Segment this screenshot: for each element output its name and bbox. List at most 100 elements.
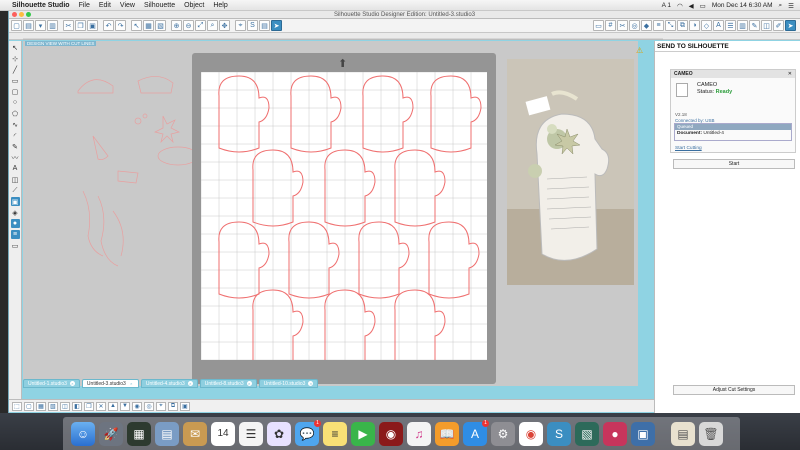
text-tool-icon[interactable]: A — [11, 164, 20, 173]
start-cutting-link[interactable]: Start Cutting — [675, 146, 702, 151]
photo-app-icon[interactable]: ▧ — [575, 421, 599, 446]
adjust-cut-settings-button[interactable]: Adjust Cut Settings — [673, 385, 795, 395]
cut-icon[interactable]: ✂ — [63, 20, 74, 31]
notes-icon[interactable]: ≡ — [323, 421, 347, 446]
menu-object[interactable]: Object — [184, 2, 204, 9]
trace-bottom-icon[interactable]: ⌖ — [156, 401, 166, 411]
ibooks-icon[interactable]: 📖 — [435, 421, 459, 446]
device-menu-icon[interactable]: ✕ — [788, 71, 795, 77]
save-icon[interactable]: ▾ — [35, 20, 46, 31]
messages-icon[interactable]: 💬 1 — [295, 419, 321, 446]
input-source-indicator[interactable]: A 1 — [662, 2, 671, 9]
release-compound-icon[interactable]: ◧ — [72, 401, 82, 411]
align-icon[interactable]: ☰ — [725, 20, 736, 31]
cut-settings-icon[interactable]: ✂ — [617, 20, 628, 31]
send-backward-icon[interactable]: ▼ — [120, 401, 130, 411]
reminders-icon[interactable]: ☰ — [239, 421, 263, 446]
open-icon[interactable]: ▤ — [23, 20, 34, 31]
menu-silhouette[interactable]: Silhouette — [144, 2, 175, 9]
tab-untitled-1[interactable]: Untitled-1.studio3 × — [23, 379, 80, 388]
group-icon[interactable]: ▦ — [143, 20, 154, 31]
ellipse-tool-icon[interactable]: ○ — [11, 98, 20, 107]
line-tool-icon[interactable]: ╱ — [11, 65, 20, 74]
tab-untitled-8[interactable]: Untitled-8.studio3 × — [199, 379, 257, 388]
delete-icon[interactable]: ✕ — [96, 401, 106, 411]
arc-tool-icon[interactable]: ◜ — [11, 131, 20, 140]
edit-points-icon[interactable]: ⊹ — [11, 54, 20, 63]
deselect-icon[interactable]: ▢ — [24, 401, 34, 411]
close-tab-icon[interactable]: × — [69, 381, 75, 386]
battery-icon[interactable]: ▭ — [700, 2, 706, 10]
canvas-area[interactable]: DESIGN VIEW WITH CUT LINES ⬆ ⚠ — [23, 41, 659, 386]
app-store-icon[interactable]: A1 — [463, 419, 489, 446]
ungroup-icon[interactable]: ▧ — [155, 20, 166, 31]
tab-untitled-3[interactable]: Untitled-3.studio3 × — [81, 379, 139, 388]
weld-icon[interactable]: ◉ — [132, 401, 142, 411]
game-icon[interactable]: ● — [603, 421, 627, 446]
register-icon[interactable]: ⌖ — [235, 20, 246, 31]
modify-icon[interactable]: ◑ — [689, 20, 700, 31]
minimize-window-button[interactable] — [19, 12, 24, 17]
page-setup-icon[interactable]: ▭ — [593, 20, 604, 31]
menu-edit[interactable]: Edit — [99, 2, 111, 9]
mail-icon[interactable]: ✉ — [183, 421, 207, 446]
image-icon[interactable]: ▣ — [180, 401, 190, 411]
make-compound-icon[interactable]: ◫ — [60, 401, 70, 411]
send-to-silhouette-icon[interactable]: ➤ — [271, 20, 282, 31]
device-card[interactable]: CAMEO ✕ CAMEO Status: Ready V2.18 Connect… — [670, 69, 796, 153]
store-tool-icon[interactable]: ≡ — [10, 230, 20, 239]
menu-view[interactable]: View — [120, 2, 135, 9]
photobooth-icon[interactable]: ◉ — [379, 421, 403, 446]
tab-untitled-4[interactable]: Untitled-4.studio3 × — [140, 379, 198, 388]
copy-icon[interactable]: ❐ — [75, 20, 86, 31]
mat-grid[interactable] — [201, 72, 487, 360]
library-tool-icon[interactable]: ● — [10, 219, 20, 228]
preview2-icon[interactable]: ▣ — [631, 421, 655, 446]
freehand-tool-icon[interactable]: ✎ — [11, 142, 20, 151]
select-all-icon[interactable]: ⬚ — [12, 401, 22, 411]
trace-icon[interactable]: ◎ — [629, 20, 640, 31]
sketch-icon[interactable]: ✐ — [773, 20, 784, 31]
curve-tool-icon[interactable]: ∿ — [11, 120, 20, 129]
line-style-icon[interactable]: ≡ — [653, 20, 664, 31]
offset-icon[interactable]: ◇ — [701, 20, 712, 31]
pan-icon[interactable]: ✥ — [219, 20, 230, 31]
duplicate-icon[interactable]: ❐ — [84, 401, 94, 411]
bring-forward-icon[interactable]: ▲ — [108, 401, 118, 411]
redo-icon[interactable]: ↷ — [115, 20, 126, 31]
knife-icon[interactable]: ✎ — [749, 20, 760, 31]
preview-icon[interactable]: ▤ — [155, 421, 179, 446]
menubar-clock[interactable]: Mon Dec 14 6:30 AM — [712, 2, 773, 9]
grid-icon[interactable]: # — [605, 20, 616, 31]
calendar-icon[interactable]: 14 — [211, 421, 235, 446]
document-icon[interactable]: ▤ — [671, 421, 695, 446]
close-tab-icon[interactable]: × — [308, 381, 314, 386]
itunes-icon[interactable]: ♫ — [407, 421, 431, 446]
paste-icon[interactable]: ▣ — [87, 20, 98, 31]
warning-icon[interactable]: ⚠ — [636, 46, 643, 55]
close-tab-icon[interactable]: × — [187, 381, 193, 386]
volume-icon[interactable]: ◀ — [689, 2, 694, 10]
facetime-icon[interactable]: ▶ — [351, 421, 375, 446]
design-view-icon[interactable]: ▣ — [10, 197, 20, 206]
rounded-rect-icon[interactable]: ▢ — [11, 87, 20, 96]
system-preferences-icon[interactable]: ⚙ — [491, 421, 515, 446]
zoom-in-icon[interactable]: ⊕ — [171, 20, 182, 31]
select-icon[interactable]: ↖ — [131, 20, 142, 31]
tab-untitled-10[interactable]: Untitled-10.studio3 × — [258, 379, 319, 388]
new-document-icon[interactable]: ▢ — [11, 20, 22, 31]
group-bottom-icon[interactable]: ▦ — [36, 401, 46, 411]
menu-app-name[interactable]: Silhouette Studio — [12, 2, 70, 9]
store-icon[interactable]: S — [247, 20, 258, 31]
rectangle-tool-icon[interactable]: ▭ — [11, 76, 20, 85]
replicate-bottom-icon[interactable]: ⧉ — [168, 401, 178, 411]
zoom-window-button[interactable] — [26, 12, 31, 17]
zoom-page-icon[interactable]: ⌕ — [207, 20, 218, 31]
polygon-tool-icon[interactable]: ⬠ — [11, 109, 20, 118]
close-tab-icon[interactable]: × — [246, 381, 252, 386]
fill-icon[interactable]: ◆ — [641, 20, 652, 31]
wifi-icon[interactable]: ◠ — [677, 2, 683, 10]
start-button[interactable]: Start — [673, 159, 795, 169]
send-tool-icon[interactable]: ▭ — [11, 241, 20, 250]
launchpad-icon[interactable]: 🚀 — [99, 421, 123, 446]
